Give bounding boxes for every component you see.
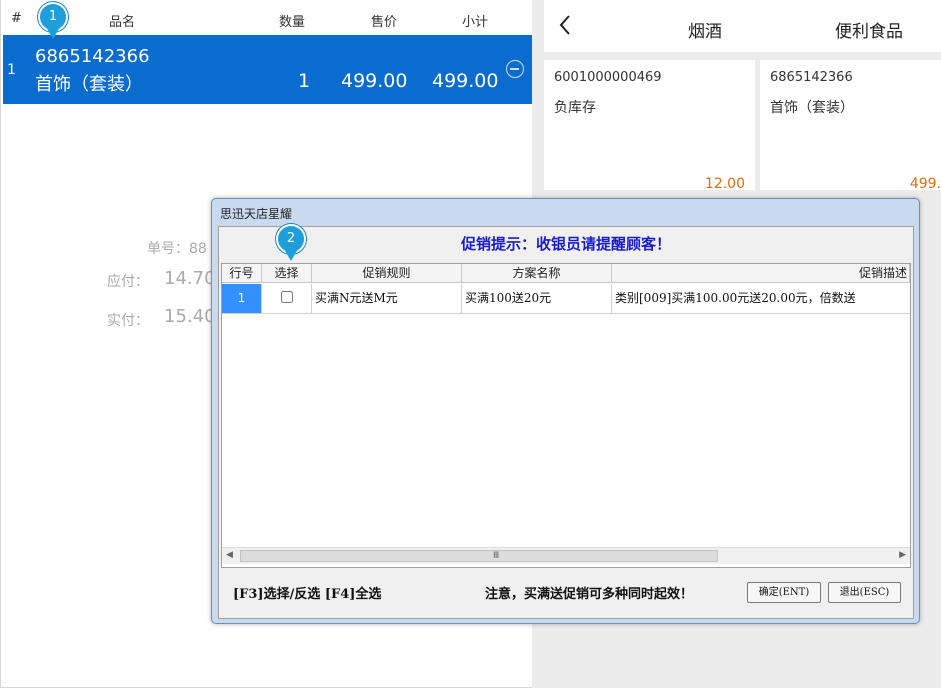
product-code: 6001000000469 xyxy=(554,70,662,85)
col-header-qty: 数量 xyxy=(279,15,306,30)
confirm-button[interactable]: 确定(ENT) xyxy=(747,582,821,603)
col-header-desc: 促销描述 xyxy=(612,264,910,283)
promo-prompt: 促销提示：收银员请提醒顾客！ xyxy=(460,235,671,253)
callout-marker-2: 2 xyxy=(276,224,306,262)
tab-convenience-food[interactable]: 便利食品 xyxy=(835,17,903,42)
product-price: 499. xyxy=(909,176,941,192)
cell-plan: 买满100送20元 xyxy=(462,284,612,314)
col-header-subtotal: 小计 xyxy=(462,15,489,30)
product-code: 6865142366 xyxy=(770,70,853,85)
cell-desc: 类别[009]买满100.00元送20.00元，倍数送 xyxy=(612,284,910,314)
row-index: 1 xyxy=(7,62,16,78)
amount-due-label: 应付： xyxy=(107,274,149,290)
horizontal-scrollbar[interactable]: ◀ Ⅲ ▶ xyxy=(222,547,910,564)
promo-notice: 注意，买满送促销可多种同时起效！ xyxy=(485,587,694,602)
scroll-left-arrow-icon[interactable]: ◀ xyxy=(226,550,233,560)
row-qty: 1 xyxy=(298,70,311,92)
col-header-rule: 促销规则 xyxy=(312,264,462,283)
cell-select xyxy=(262,284,312,314)
chevron-left-icon[interactable] xyxy=(558,14,572,40)
row-subtotal: 499.00 xyxy=(432,70,499,92)
select-checkbox[interactable] xyxy=(280,291,293,303)
callout-marker-1: 1 xyxy=(38,2,68,40)
cell-rule: 买满N元送M元 xyxy=(312,284,462,314)
dialog-body: 促销提示：收银员请提醒顾客！ 2 行号 选择 促销规则 方案名称 促销描述 1 … xyxy=(218,224,914,619)
amount-paid-label: 实付： xyxy=(107,313,149,329)
col-header-name: 品名 xyxy=(109,15,136,30)
shortcut-hint: [F3]选择/反选 [F4]全选 xyxy=(233,587,382,602)
amount-due-value: 14.70 xyxy=(164,268,216,289)
order-number-label: 单号：88 xyxy=(147,241,207,257)
product-name: 首饰（套装） xyxy=(770,100,854,116)
category-bar: 烟酒 便利食品 xyxy=(544,0,941,52)
exit-button[interactable]: 退出(ESC) xyxy=(828,582,901,603)
tab-tobacco-liquor[interactable]: 烟酒 xyxy=(688,17,722,42)
dialog-title: 思迅天店星耀 xyxy=(220,207,293,221)
row-code: 6865142366 xyxy=(35,46,150,67)
product-card[interactable]: 6865142366 首饰（套装） 499. xyxy=(760,60,941,192)
product-name: 负库存 xyxy=(554,100,596,116)
remove-item-icon[interactable] xyxy=(506,60,524,78)
promotion-table: 行号 选择 促销规则 方案名称 促销描述 1 买满N元送M元 买满100送20元… xyxy=(221,263,911,568)
col-header-price: 售价 xyxy=(371,15,398,30)
product-price: 12.00 xyxy=(704,176,745,192)
amount-paid-value: 15.40 xyxy=(164,306,216,327)
col-header-index: # xyxy=(11,11,22,26)
row-name: 首饰（套装） xyxy=(35,74,143,95)
product-card[interactable]: 6001000000469 负库存 12.00 xyxy=(544,60,755,192)
col-header-row-no: 行号 xyxy=(222,264,262,283)
cell-row-no: 1 xyxy=(222,284,262,314)
scroll-right-arrow-icon[interactable]: ▶ xyxy=(899,550,906,560)
col-header-plan: 方案名称 xyxy=(462,264,612,283)
scrollbar-thumb[interactable]: Ⅲ xyxy=(240,550,718,562)
row-price: 499.00 xyxy=(341,70,408,92)
promotion-dialog: 思迅天店星耀 促销提示：收银员请提醒顾客！ 2 行号 选择 促销规则 方案名称 … xyxy=(211,198,920,624)
col-header-select: 选择 xyxy=(262,264,312,283)
cart-row-selected[interactable]: 1 6865142366 首饰（套装） 1 499.00 499.00 xyxy=(3,35,533,104)
scrollbar-grip: Ⅲ xyxy=(493,551,500,561)
